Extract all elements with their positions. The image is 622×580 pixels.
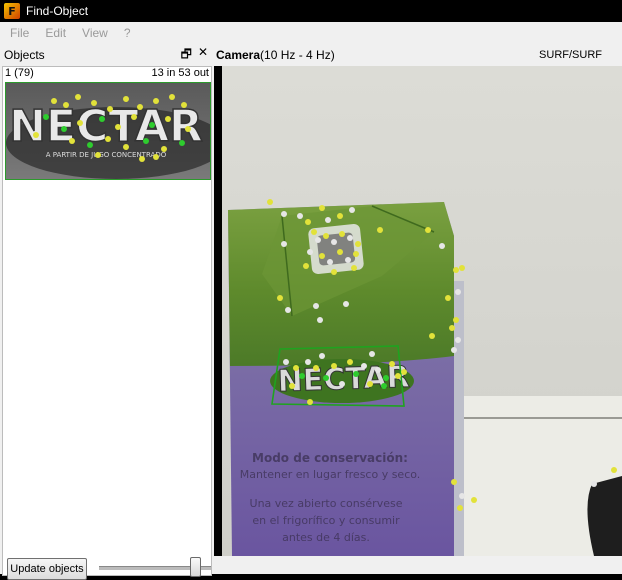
menu-help[interactable]: ? (118, 26, 137, 40)
object-id: 1 (79) (5, 67, 34, 79)
camera-view[interactable]: NECTAR Modo de conservación: Mantener en… (222, 66, 622, 556)
objects-dock-header: Objects 🗗 ✕ (0, 44, 214, 66)
camera-frame: NECTAR Modo de conservación: Mantener en… (222, 66, 622, 556)
camera-title: Camera(10 Hz - 4 Hz) (216, 48, 335, 62)
threshold-slider-handle[interactable] (189, 557, 201, 577)
carton-text-2: Mantener en lugar fresco y seco. (240, 468, 421, 481)
restore-icon[interactable]: 🗗 (181, 45, 192, 66)
camera-header: Camera(10 Hz - 4 Hz) SURF/SURF (214, 44, 622, 66)
object-thumbnail[interactable]: NECTAR A PARTIR DE JUGO CONCENTRADO (5, 82, 211, 180)
detector-label: SURF/SURF (539, 49, 602, 61)
menu-view[interactable]: View (76, 26, 114, 40)
carton-text-4: en el frigorífico y consumir (252, 514, 400, 527)
thumbnail-logo-text: NECTAR (9, 101, 203, 152)
menu-edit[interactable]: Edit (39, 26, 72, 40)
update-objects-button[interactable]: Update objects (7, 558, 87, 580)
object-row[interactable]: 1 (79) 13 in 53 out (3, 67, 211, 81)
objects-list[interactable]: 1 (79) 13 in 53 out NECTAR A PARTIR DE J… (2, 66, 212, 580)
close-icon[interactable]: ✕ (198, 45, 208, 66)
object-thumbnail-image: NECTAR A PARTIR DE JUGO CONCENTRADO (6, 83, 210, 179)
window-title: Find-Object (26, 4, 89, 18)
menu-bar: File Edit View ? (0, 22, 622, 44)
camera-label: Camera (216, 48, 261, 62)
carton-text-1: Modo de conservación: (252, 451, 408, 465)
carton-text-5: antes de 4 días. (282, 531, 370, 544)
objects-dock: Objects 🗗 ✕ 1 (79) 13 in 53 out NECTAR A… (0, 44, 214, 580)
camera-rate: (10 Hz - 4 Hz) (260, 48, 335, 62)
status-bar (214, 556, 622, 574)
inlier-summary: 13 in 53 out (151, 67, 210, 79)
objects-dock-title: Objects (4, 48, 45, 62)
menu-file[interactable]: File (4, 26, 35, 40)
app-icon: F (4, 3, 20, 19)
title-bar: F Find-Object (0, 0, 622, 22)
thumbnail-subtext: A PARTIR DE JUGO CONCENTRADO (46, 151, 167, 159)
carton-text-3: Una vez abierto consérvese (250, 497, 403, 510)
